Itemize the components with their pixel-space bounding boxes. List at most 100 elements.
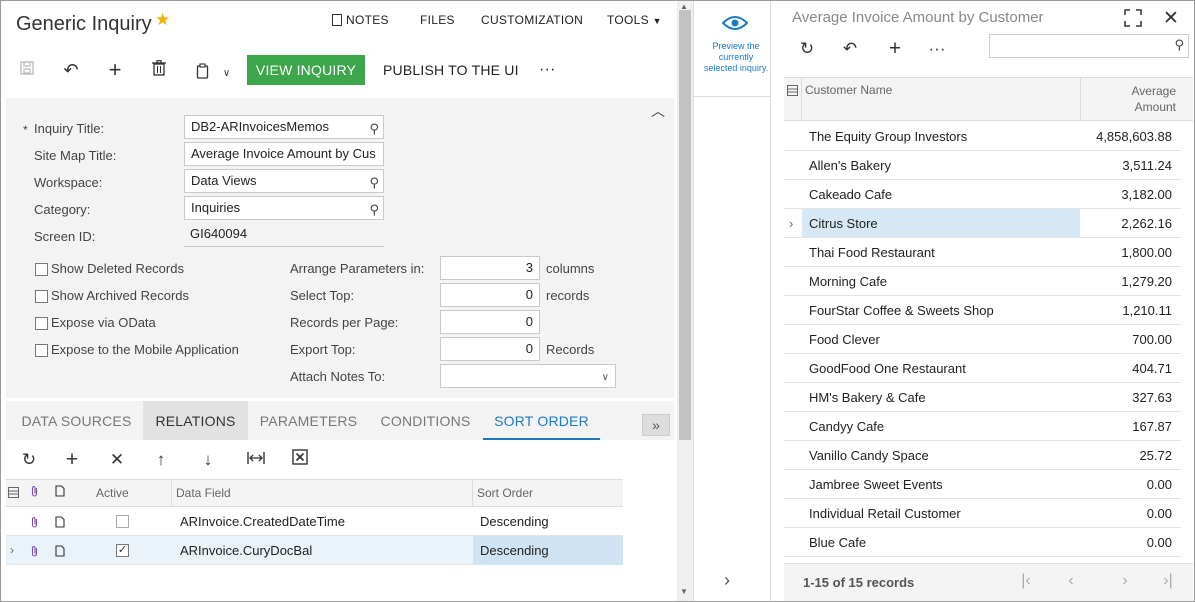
average-amount-cell[interactable]: 3,511.24 [1084, 151, 1172, 180]
grid-search-input[interactable]: ⚲ [989, 34, 1189, 58]
move-down-icon[interactable]: ↓ [196, 449, 220, 471]
tab-conditions[interactable]: CONDITIONS [373, 401, 478, 440]
tab-data-sources[interactable]: DATA SOURCES [19, 401, 134, 440]
data-field-cell[interactable]: ARInvoice.CreatedDateTime [180, 507, 345, 536]
customer-name-cell[interactable]: The Equity Group Investors [809, 122, 967, 151]
favorite-star-icon[interactable]: ★ [155, 10, 170, 30]
data-field-column-header[interactable]: Data Field [176, 479, 231, 507]
search-icon[interactable]: ⚲ [369, 172, 379, 192]
average-amount-cell[interactable]: 167.87 [1084, 412, 1172, 441]
column-config-icon[interactable] [8, 479, 19, 507]
last-page-icon[interactable]: ›| [1158, 572, 1178, 590]
inquiry-title-field[interactable]: DB2-ARInvoicesMemos ⚲ [184, 115, 384, 139]
sort-order-cell[interactable]: Descending [473, 536, 623, 565]
first-page-icon[interactable]: |‹ [1016, 572, 1036, 590]
customer-name-cell[interactable]: Vanillo Candy Space [809, 441, 929, 470]
show-deleted-records-checkbox[interactable] [35, 263, 48, 276]
scrollbar-thumb[interactable] [679, 10, 691, 440]
screen-id-field[interactable]: GI640094 [184, 223, 384, 247]
average-amount-cell[interactable]: 2,262.16 [1084, 209, 1172, 238]
next-page-icon[interactable]: › [1115, 572, 1135, 590]
expose-via-odata-checkbox[interactable] [35, 317, 48, 330]
average-amount-cell[interactable]: 700.00 [1084, 325, 1172, 354]
note-icon[interactable] [55, 536, 65, 565]
delete-row-icon[interactable]: ✕ [105, 449, 129, 471]
close-icon[interactable]: ✕ [1163, 7, 1179, 30]
average-amount-cell[interactable]: 1,800.00 [1084, 238, 1172, 267]
customer-name-cell[interactable]: HM's Bakery & Cafe [809, 383, 926, 412]
customer-name-column-header[interactable]: Customer Name [805, 83, 892, 97]
more-actions-icon[interactable]: ··· [539, 55, 556, 85]
show-archived-records-checkbox[interactable] [35, 290, 48, 303]
fit-columns-icon[interactable] [244, 449, 268, 471]
search-icon[interactable]: ⚲ [369, 199, 379, 219]
category-field[interactable]: Inquiries ⚲ [184, 196, 384, 220]
customer-name-cell[interactable]: Thai Food Restaurant [809, 238, 935, 267]
sort-order-cell[interactable]: Descending [480, 507, 549, 536]
average-amount-cell[interactable]: 0.00 [1084, 499, 1172, 528]
expand-chevron-right-icon[interactable]: › [724, 570, 730, 591]
refresh-icon[interactable]: ↻ [795, 38, 819, 60]
tab-sort-order[interactable]: SORT ORDER [483, 401, 600, 440]
add-icon[interactable]: + [883, 38, 907, 60]
average-amount-cell[interactable]: 25.72 [1084, 441, 1172, 470]
average-amount-cell[interactable]: 327.63 [1084, 383, 1172, 412]
column-config-icon[interactable] [787, 84, 798, 99]
scroll-up-arrow-icon[interactable]: ▲ [680, 2, 688, 11]
customer-name-cell[interactable]: Cakeado Cafe [809, 180, 892, 209]
customer-name-cell[interactable]: Jambree Sweet Events [809, 470, 943, 499]
fullscreen-icon[interactable] [1124, 9, 1142, 32]
active-checkbox-checked[interactable]: ✓ [116, 544, 129, 557]
average-amount-cell[interactable]: 1,210.11 [1084, 296, 1172, 325]
customer-name-cell[interactable]: Morning Cafe [809, 267, 887, 296]
site-map-title-field[interactable]: Average Invoice Amount by Cus [184, 142, 384, 166]
tab-relations[interactable]: RELATIONS [143, 401, 248, 440]
data-field-cell[interactable]: ARInvoice.CuryDocBal [180, 536, 312, 565]
collapse-chevron-up-icon[interactable]: ︿ [651, 101, 665, 121]
copy-paste-menu[interactable]: ∨ [191, 59, 235, 81]
customer-name-cell[interactable]: Candyy Cafe [809, 412, 884, 441]
expose-mobile-checkbox[interactable] [35, 344, 48, 357]
customer-name-cell[interactable]: Individual Retail Customer [809, 499, 961, 528]
move-up-icon[interactable]: ↑ [149, 449, 173, 471]
notes-link[interactable]: NOTES [332, 13, 389, 27]
average-amount-cell[interactable]: 1,279.20 [1084, 267, 1172, 296]
average-amount-cell[interactable]: 4,858,603.88 [1084, 122, 1172, 151]
customer-name-cell[interactable]: Blue Cafe [809, 528, 866, 557]
refresh-icon[interactable]: ↻ [17, 449, 41, 471]
export-top-input[interactable]: 0 [440, 337, 540, 361]
preview-grid-scrollbar[interactable] [1181, 121, 1193, 563]
tabs-scroll-right-icon[interactable]: » [642, 414, 670, 436]
customer-name-cell[interactable]: Allen's Bakery [809, 151, 891, 180]
scroll-down-arrow-icon[interactable]: ▼ [680, 587, 688, 596]
attachment-icon[interactable] [30, 507, 39, 536]
undo-icon[interactable]: ↶ [838, 38, 862, 60]
workspace-field[interactable]: Data Views ⚲ [184, 169, 384, 193]
tools-menu[interactable]: TOOLS ▼ [607, 13, 662, 27]
customer-name-cell[interactable]: GoodFood One Restaurant [809, 354, 966, 383]
customization-link[interactable]: CUSTOMIZATION [481, 13, 583, 27]
publish-to-ui-button[interactable]: PUBLISH TO THE UI [383, 55, 519, 85]
attachment-icon[interactable] [30, 536, 39, 565]
more-actions-icon[interactable]: ··· [925, 38, 949, 60]
delete-icon[interactable] [147, 59, 171, 81]
files-link[interactable]: FILES [420, 13, 455, 27]
eye-icon[interactable] [720, 14, 750, 34]
previous-page-icon[interactable]: ‹ [1061, 572, 1081, 590]
tab-parameters[interactable]: PARAMETERS [256, 401, 361, 440]
average-amount-cell[interactable]: 3,182.00 [1084, 180, 1172, 209]
sort-order-column-header[interactable]: Sort Order [477, 479, 533, 507]
active-column-header[interactable]: Active [96, 479, 129, 507]
save-icon[interactable] [15, 59, 39, 81]
search-icon[interactable]: ⚲ [369, 118, 379, 138]
active-checkbox[interactable] [116, 515, 129, 528]
search-icon[interactable]: ⚲ [1174, 37, 1184, 53]
add-icon[interactable]: + [103, 59, 127, 81]
average-amount-cell[interactable]: 0.00 [1084, 528, 1172, 557]
average-amount-cell[interactable]: 404.71 [1084, 354, 1172, 383]
customer-name-cell[interactable]: Food Clever [809, 325, 880, 354]
add-row-icon[interactable]: + [60, 449, 84, 471]
customer-name-cell[interactable]: Citrus Store [809, 209, 878, 238]
export-excel-icon[interactable] [288, 449, 312, 471]
records-per-page-input[interactable]: 0 [440, 310, 540, 334]
